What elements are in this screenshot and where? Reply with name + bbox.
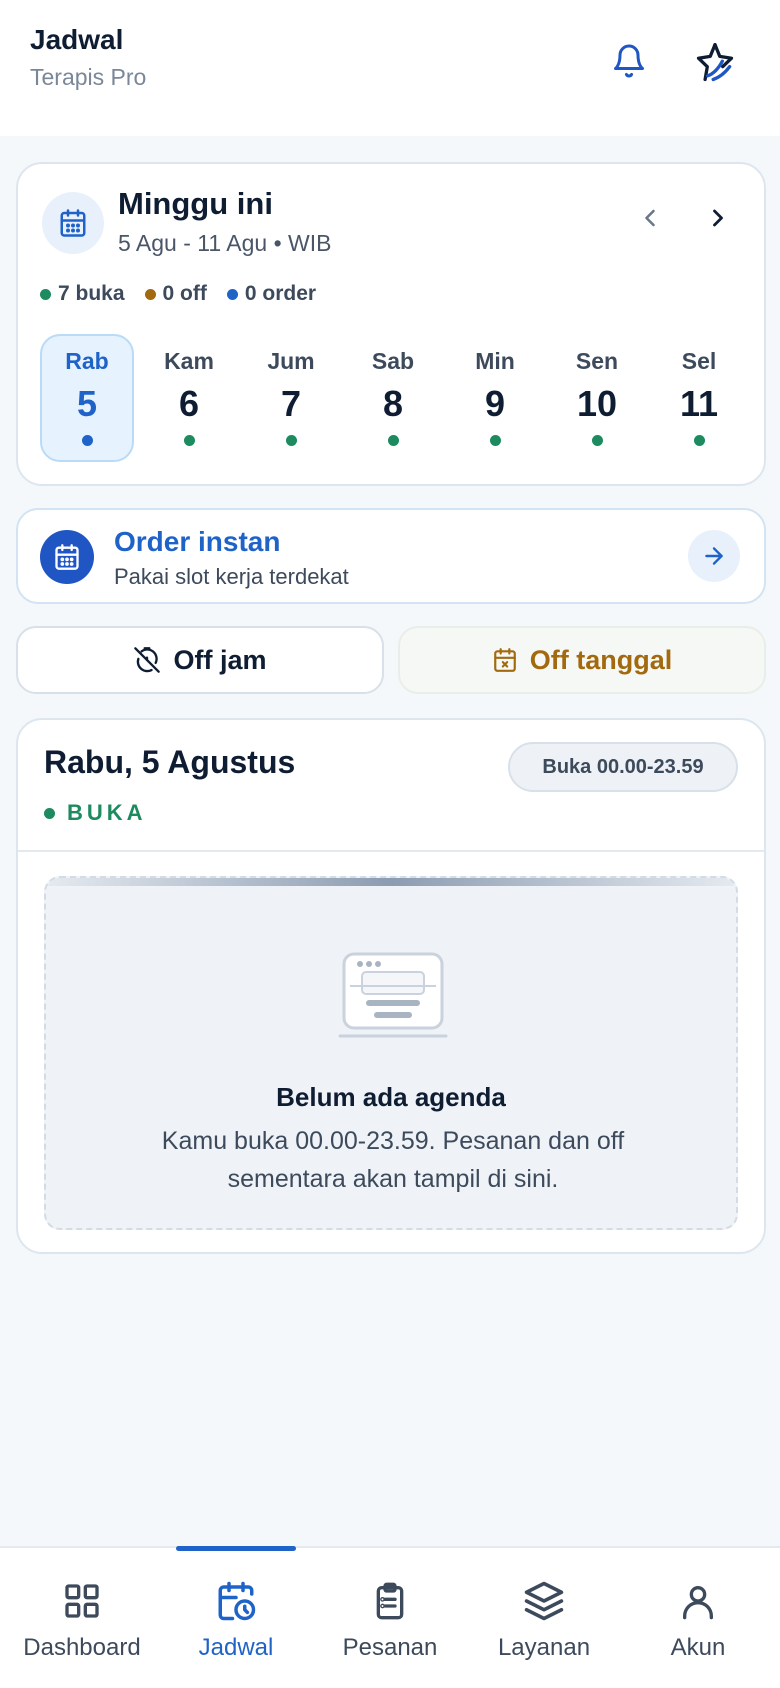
- tab-label: Akun: [670, 1634, 726, 1661]
- divider: [18, 850, 764, 852]
- week-stats: 7 buka 0 off 0 order: [40, 282, 316, 306]
- day-status-dot: [693, 435, 705, 446]
- day-selector: Rab 5 Kam 6 Jum 7 Sab 8 Min 9 Sen 10 Sel…: [40, 334, 746, 462]
- notifications-button[interactable]: [604, 36, 654, 86]
- day-name: Sen: [575, 348, 619, 374]
- page-title: Jadwal: [30, 24, 124, 55]
- layers-icon: [524, 1581, 564, 1621]
- calendar-clock-icon: [218, 1581, 256, 1621]
- clipboard-icon: [376, 1582, 404, 1620]
- day-name: Sel: [681, 348, 717, 374]
- chevron-left-icon: [645, 209, 655, 227]
- user-icon: [683, 1586, 713, 1620]
- chevron-right-icon: [713, 209, 723, 227]
- day-name: Sab: [371, 348, 415, 374]
- bell-icon: [614, 44, 644, 78]
- off-hours-button[interactable]: Off jam: [16, 626, 384, 694]
- week-range: 5 Agu - 11 Agu • WIB: [118, 230, 332, 256]
- instant-order-title: Order instan: [114, 526, 281, 557]
- day-chip-sab[interactable]: Sab 8: [346, 334, 440, 462]
- page-subtitle: Terapis Pro: [30, 64, 147, 90]
- hours-badge[interactable]: Buka 00.00-23.59: [508, 742, 738, 792]
- instant-order-card[interactable]: Order instan Pakai slot kerja terdekat: [16, 508, 766, 604]
- timer-off-icon: [134, 647, 161, 673]
- status-dot: [40, 288, 51, 300]
- day-date: 6: [178, 383, 200, 424]
- day-status-label: BUKA: [67, 800, 147, 825]
- tab-jadwal[interactable]: Jadwal: [158, 1578, 314, 1662]
- next-week-button[interactable]: [694, 194, 742, 242]
- day-status-dot: [489, 435, 501, 446]
- day-date: 11: [679, 383, 719, 424]
- calendar-icon: [55, 544, 79, 570]
- off-date-button[interactable]: Off tanggal: [398, 626, 766, 694]
- day-chip-sel[interactable]: Sel 11: [652, 334, 746, 462]
- off-hours-label: Off jam: [173, 644, 267, 675]
- day-date: 7: [280, 383, 302, 424]
- day-status: BUKA: [44, 800, 147, 826]
- week-calendar-badge: [42, 192, 104, 254]
- instant-order-go-button[interactable]: [688, 530, 740, 582]
- brand-logo[interactable]: [688, 36, 742, 90]
- tab-dashboard[interactable]: Dashboard: [4, 1578, 160, 1662]
- dashboard-icon: [65, 1584, 99, 1618]
- empty-screen-icon: [338, 952, 448, 1038]
- instant-order-subtitle: Pakai slot kerja terdekat: [114, 564, 349, 589]
- day-status-dot: [183, 435, 195, 446]
- day-name: Min: [475, 348, 515, 374]
- day-status-dot: [591, 435, 603, 446]
- calendar-icon: [60, 209, 86, 237]
- previous-week-button[interactable]: [626, 194, 674, 242]
- day-status-dot: [285, 435, 297, 446]
- status-dot: [226, 288, 238, 300]
- brand-logo-icon: [696, 43, 734, 82]
- empty-agenda-title: Belum ada agenda: [276, 1082, 506, 1112]
- tab-layanan[interactable]: Layanan: [466, 1578, 622, 1662]
- day-status-dot: [387, 435, 399, 446]
- day-detail-title: Rabu, 5 Agustus: [44, 744, 296, 780]
- instant-order-badge: [40, 530, 94, 584]
- status-dot: [144, 288, 156, 300]
- tab-label: Layanan: [497, 1634, 591, 1661]
- stat-open: 7 buka: [40, 282, 125, 306]
- day-date: 9: [484, 383, 506, 424]
- stat-order: 0 order: [226, 282, 316, 306]
- top-bar: Jadwal Terapis Pro: [0, 0, 780, 136]
- day-status-dot: [81, 435, 93, 446]
- loading-line: [46, 878, 736, 886]
- day-name: Rab: [65, 348, 109, 374]
- day-date: 8: [382, 383, 404, 424]
- status-dot: [44, 807, 55, 819]
- week-card: Minggu ini 5 Agu - 11 Agu • WIB 7 buka 0…: [16, 162, 766, 486]
- day-chip-min[interactable]: Min 9: [448, 334, 542, 462]
- active-tab-indicator: [176, 1546, 296, 1551]
- day-name: Jum: [267, 348, 315, 374]
- day-chip-kam[interactable]: Kam 6: [142, 334, 236, 462]
- day-date: 5: [76, 383, 98, 424]
- day-name: Kam: [164, 348, 214, 374]
- day-date: 10: [576, 383, 618, 424]
- tab-akun[interactable]: Akun: [620, 1578, 776, 1662]
- tab-label: Jadwal: [198, 1634, 274, 1661]
- stat-off: 0 off: [144, 282, 207, 306]
- empty-agenda-description: Kamu buka 00.00-23.59. Pesanan dan off s…: [161, 1127, 625, 1193]
- day-chip-sen[interactable]: Sen 10: [550, 334, 644, 462]
- calendar-x-icon: [493, 648, 516, 672]
- week-title: Minggu ini: [118, 186, 273, 221]
- empty-agenda-box: Belum ada agenda Kamu buka 00.00-23.59. …: [44, 876, 738, 1230]
- arrow-right-icon: [705, 547, 723, 565]
- tab-pesanan[interactable]: Pesanan: [312, 1578, 468, 1662]
- tab-label: Dashboard: [23, 1634, 141, 1661]
- day-detail-card: Rabu, 5 Agustus BUKA Buka 00.00-23.59 Be…: [16, 718, 766, 1254]
- bottom-navigation: Dashboard Jadwal Pesanan Layanan Akun: [0, 1546, 780, 1688]
- day-chip-jum[interactable]: Jum 7: [244, 334, 338, 462]
- off-date-label: Off tanggal: [529, 644, 673, 675]
- tab-label: Pesanan: [342, 1634, 438, 1661]
- day-chip-rab[interactable]: Rab 5: [40, 334, 134, 462]
